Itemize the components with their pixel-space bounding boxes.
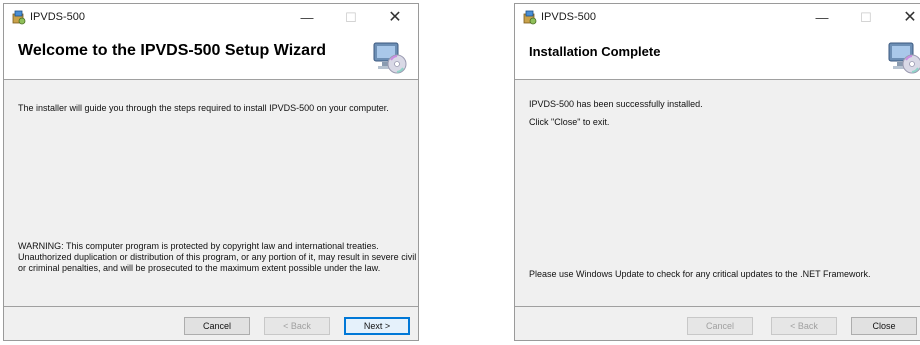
instruction-text: Click "Close" to exit.: [529, 117, 610, 127]
minimize-icon[interactable]: —: [286, 4, 328, 31]
computer-cd-icon: [888, 42, 920, 74]
close-icon[interactable]: ✕: [889, 4, 920, 31]
divider: [515, 306, 920, 307]
computer-cd-icon: [373, 42, 407, 74]
close-button[interactable]: Close: [851, 317, 917, 335]
minimize-icon[interactable]: —: [801, 4, 843, 31]
header-banner: Welcome to the IPVDS-500 Setup Wizard: [4, 31, 418, 80]
title-bar[interactable]: IPVDS-500 — ☐ ✕: [515, 4, 920, 31]
copyright-warning-line: or criminal penalties, and will be prose…: [18, 263, 381, 273]
page-title: Welcome to the IPVDS-500 Setup Wizard: [18, 42, 327, 59]
divider: [4, 306, 418, 307]
next-button[interactable]: Next >: [344, 317, 410, 335]
cancel-button[interactable]: Cancel: [184, 317, 250, 335]
title-bar[interactable]: IPVDS-500 — ☐ ✕: [4, 4, 418, 31]
installation-complete-window: IPVDS-500 — ☐ ✕ Installation Complete IP…: [514, 3, 920, 341]
back-button[interactable]: < Back: [264, 317, 330, 335]
maximize-icon[interactable]: ☐: [845, 4, 887, 31]
back-button[interactable]: < Back: [771, 317, 837, 335]
success-message: IPVDS-500 has been successfully installe…: [529, 99, 703, 109]
maximize-icon[interactable]: ☐: [330, 4, 372, 31]
installer-package-icon: [12, 10, 26, 25]
cancel-button[interactable]: Cancel: [687, 317, 753, 335]
close-icon[interactable]: ✕: [374, 4, 416, 31]
intro-text: The installer will guide you through the…: [18, 103, 389, 113]
installer-package-icon: [523, 10, 537, 25]
page-title: Installation Complete: [529, 44, 661, 59]
update-note: Please use Windows Update to check for a…: [529, 269, 871, 279]
header-banner: Installation Complete: [515, 31, 920, 80]
setup-wizard-window: IPVDS-500 — ☐ ✕ Welcome to the IPVDS-500…: [3, 3, 419, 341]
window-title: IPVDS-500: [30, 11, 86, 23]
window-title: IPVDS-500: [541, 11, 597, 23]
